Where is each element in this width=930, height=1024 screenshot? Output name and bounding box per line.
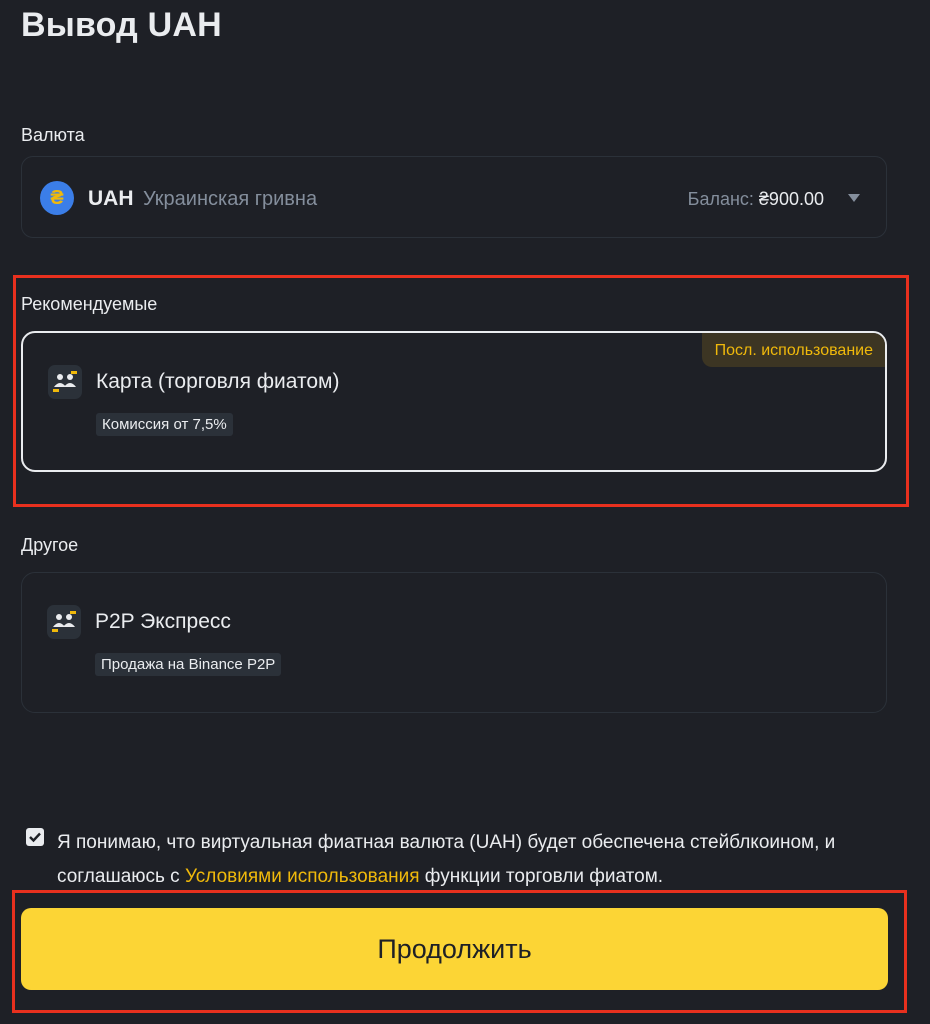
- consent-text: Я понимаю, что виртуальная фиатная валют…: [57, 826, 917, 894]
- page-title: Вывод UAH: [21, 6, 222, 44]
- balance-value: ₴900.00: [758, 189, 824, 209]
- caret-down-icon[interactable]: [848, 194, 860, 202]
- card-p2p-express[interactable]: P2P Экспресс Продажа на Binance P2P: [21, 572, 887, 713]
- balance-label: Баланс:: [687, 189, 754, 209]
- p2p-tag: Продажа на Binance P2P: [95, 653, 282, 676]
- other-label: Другое: [21, 535, 79, 555]
- fee-tag: Комиссия от 7,5%: [96, 413, 233, 436]
- currency-select[interactable]: ₴ UAH Украинская гривна Баланс: ₴900.00: [21, 156, 887, 238]
- balance-display: Баланс: ₴900.00: [688, 189, 824, 210]
- consent-checkbox[interactable]: [26, 828, 44, 846]
- terms-link[interactable]: Условиями использования: [185, 866, 420, 887]
- method-name: Карта (торговля фиатом): [96, 370, 340, 393]
- hryvnia-coin-icon: ₴: [40, 181, 74, 215]
- currency-label: Валюта: [21, 125, 85, 145]
- recommended-label: Рекомендуемые: [21, 294, 158, 314]
- card-fiat-method[interactable]: Карта (торговля фиатом) Комиссия от 7,5%…: [21, 331, 887, 472]
- consent-text-after: функции торговли фиатом.: [419, 866, 664, 887]
- currency-code: UAH: [88, 187, 134, 210]
- method-name: P2P Экспресс: [95, 610, 231, 633]
- p2p-users-icon: [48, 365, 82, 399]
- continue-button[interactable]: Продолжить: [21, 908, 888, 990]
- currency-name: Украинская гривна: [143, 188, 318, 210]
- p2p-users-icon: [47, 605, 81, 639]
- last-used-badge: Посл. использование: [701, 333, 885, 367]
- checkmark-icon: [29, 832, 41, 843]
